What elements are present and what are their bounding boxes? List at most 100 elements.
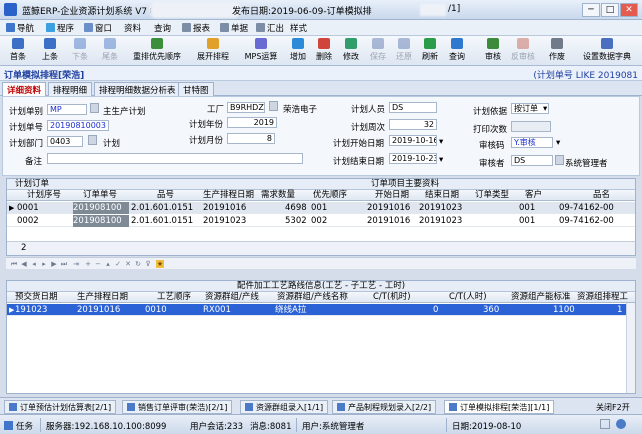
menu-style[interactable]: 样式: [290, 22, 307, 34]
nav-next-icon[interactable]: ▸: [40, 260, 48, 268]
nav-prev-page-icon[interactable]: ◀: [20, 260, 28, 268]
col-sched-date[interactable]: 生产排程日期: [203, 190, 254, 201]
nav-post-icon[interactable]: ✓: [114, 260, 122, 268]
nav-add-icon[interactable]: +: [84, 260, 92, 268]
col-part-no[interactable]: 品号: [157, 190, 174, 201]
tab-schedule-analysis[interactable]: 排程明细数据分析表: [94, 82, 181, 96]
col-resource-name[interactable]: 资源群组/产线名称: [277, 292, 348, 303]
table-row[interactable]: ▶ 191023 20191016 0010 RX001 绕线A拉 0 360 …: [7, 304, 627, 316]
menu-query[interactable]: 查询: [154, 22, 171, 34]
nav-filter-icon[interactable]: ⊽: [144, 260, 152, 268]
query-button[interactable]: 查询: [441, 38, 473, 64]
col-qty[interactable]: 需求数量: [261, 190, 295, 201]
maximize-button[interactable]: □: [601, 3, 619, 17]
data-dictionary-button[interactable]: 设置数据字典: [578, 38, 636, 64]
col-sched-work[interactable]: 资源组排程工: [577, 292, 628, 303]
end-date-field[interactable]: 2019-10-23: [389, 153, 437, 164]
col-priority[interactable]: 优先顺序: [313, 190, 347, 201]
tab-details[interactable]: 详细资料: [2, 82, 47, 96]
lookup-icon[interactable]: [88, 135, 97, 145]
menu-window[interactable]: 窗口: [84, 22, 112, 34]
audit-button[interactable]: 审核: [477, 38, 509, 64]
lookup-icon[interactable]: [90, 103, 99, 113]
col-customer[interactable]: 客户: [525, 190, 542, 201]
close-button[interactable]: ✕: [620, 3, 638, 17]
planner-field[interactable]: DS: [389, 102, 437, 113]
menu-report[interactable]: 报表: [182, 22, 210, 34]
cell-order-no[interactable]: 201908100: [73, 215, 129, 227]
col-sched-date[interactable]: 生产排程日期: [77, 292, 128, 303]
nav-end-icon[interactable]: ⇥: [72, 260, 80, 268]
nav-refresh-icon[interactable]: ↻: [134, 260, 142, 268]
plan-type-code-field[interactable]: MP: [47, 104, 87, 115]
menu-data[interactable]: 资料: [124, 22, 141, 34]
nav-first-icon[interactable]: ⏮: [10, 260, 18, 268]
menu-document[interactable]: 单据: [220, 22, 248, 34]
start-date-field[interactable]: 2019-10-16: [389, 135, 437, 146]
col-order-no[interactable]: 订单单号: [83, 190, 117, 201]
col-type[interactable]: 订单类型: [475, 190, 509, 201]
table-row[interactable]: 0002 201908100 2.01.601.0151 20191023 53…: [7, 215, 635, 227]
window-tab-resource-group[interactable]: 资源群组录入[1/1]: [240, 400, 329, 414]
nav-bookmark-icon[interactable]: ★: [156, 260, 164, 268]
window-tab-forecast[interactable]: 订单预估计划估算表[2/1]: [4, 400, 117, 414]
nav-cancel-icon[interactable]: ✕: [124, 260, 132, 268]
col-due-date[interactable]: 预交货日期: [15, 292, 58, 303]
menu-program[interactable]: 程序: [46, 22, 74, 34]
window-tab-process-plan[interactable]: 产品制程规划录入[2/2]: [332, 400, 437, 414]
grid-icon[interactable]: [600, 419, 610, 429]
col-name[interactable]: 品名: [593, 190, 610, 201]
nav-edit-icon[interactable]: ▴: [104, 260, 112, 268]
first-record-button[interactable]: 首条: [2, 38, 34, 64]
prev-record-button[interactable]: 上条: [34, 38, 66, 64]
lookup-icon[interactable]: [269, 101, 278, 111]
vertical-scrollbar[interactable]: [626, 303, 635, 393]
plan-year-field[interactable]: 2019: [227, 117, 277, 128]
dept-code-field[interactable]: 0403: [47, 136, 83, 147]
cell-order-no[interactable]: 201908100: [73, 202, 129, 214]
reorder-priority-button[interactable]: 重排优先顺序: [128, 38, 186, 64]
info-icon[interactable]: [616, 419, 626, 429]
nav-last-icon[interactable]: ⏭: [60, 260, 68, 268]
col-start[interactable]: 开始日期: [375, 190, 409, 201]
expand-schedule-button[interactable]: 展开排程: [190, 38, 236, 64]
plan-month-field[interactable]: 8: [227, 133, 275, 144]
minimize-button[interactable]: ─: [582, 3, 600, 17]
nav-prev-icon[interactable]: ◂: [30, 260, 38, 268]
week-field[interactable]: 32: [389, 119, 437, 130]
col-ct-machine[interactable]: C/T(机时): [373, 292, 411, 303]
mps-run-button[interactable]: MPS运算: [238, 38, 284, 64]
next-record-button[interactable]: 下条: [64, 38, 96, 64]
close-window-hint[interactable]: 关闭F2开: [596, 402, 630, 413]
calendar-icon[interactable]: ▾: [439, 137, 443, 147]
void-button[interactable]: 作废: [541, 38, 573, 64]
nav-delete-icon[interactable]: −: [94, 260, 102, 268]
chevron-down-icon[interactable]: ▾: [543, 104, 547, 114]
col-end[interactable]: 结束日期: [425, 190, 459, 201]
last-record-button[interactable]: 尾条: [94, 38, 126, 64]
menu-navigate[interactable]: 导航: [6, 22, 34, 34]
col-capacity[interactable]: 资源组产能标准: [511, 292, 571, 303]
task-button[interactable]: 任务: [4, 420, 33, 432]
chevron-down-icon[interactable]: ▾: [556, 138, 560, 148]
unaudit-button[interactable]: 反审核: [507, 38, 539, 64]
menu-export[interactable]: 汇出: [256, 22, 284, 34]
first-icon: [12, 38, 24, 49]
lookup-icon[interactable]: [555, 155, 564, 165]
remark-field[interactable]: [47, 153, 303, 164]
auditor-code-field[interactable]: DS: [511, 155, 553, 166]
tab-schedule-detail[interactable]: 排程明细: [48, 82, 93, 96]
factory-code-field[interactable]: B9RHDZ: [227, 102, 265, 113]
audit-code-select[interactable]: Y.审核: [511, 137, 553, 148]
plan-no-field[interactable]: 20190810003: [47, 120, 109, 131]
col-resource-group[interactable]: 资源群组/产线: [205, 292, 259, 303]
col-proc-order[interactable]: 工艺顺序: [157, 292, 191, 303]
nav-next-page-icon[interactable]: ▶: [50, 260, 58, 268]
tab-gantt[interactable]: 甘特图: [178, 82, 214, 96]
col-ct-man[interactable]: C/T(人时): [449, 292, 487, 303]
table-row[interactable]: ▶ 0001 201908100 2.01.601.0151 20191016 …: [7, 202, 635, 214]
window-tab-order-review[interactable]: 销售订单评审(荣浩)[2/1]: [122, 400, 233, 414]
col-seq[interactable]: 计划序号: [27, 190, 61, 201]
calendar-icon[interactable]: ▾: [439, 155, 443, 165]
window-tab-order-simulation[interactable]: 订单模拟排程[荣浩][1/1]: [444, 400, 555, 414]
